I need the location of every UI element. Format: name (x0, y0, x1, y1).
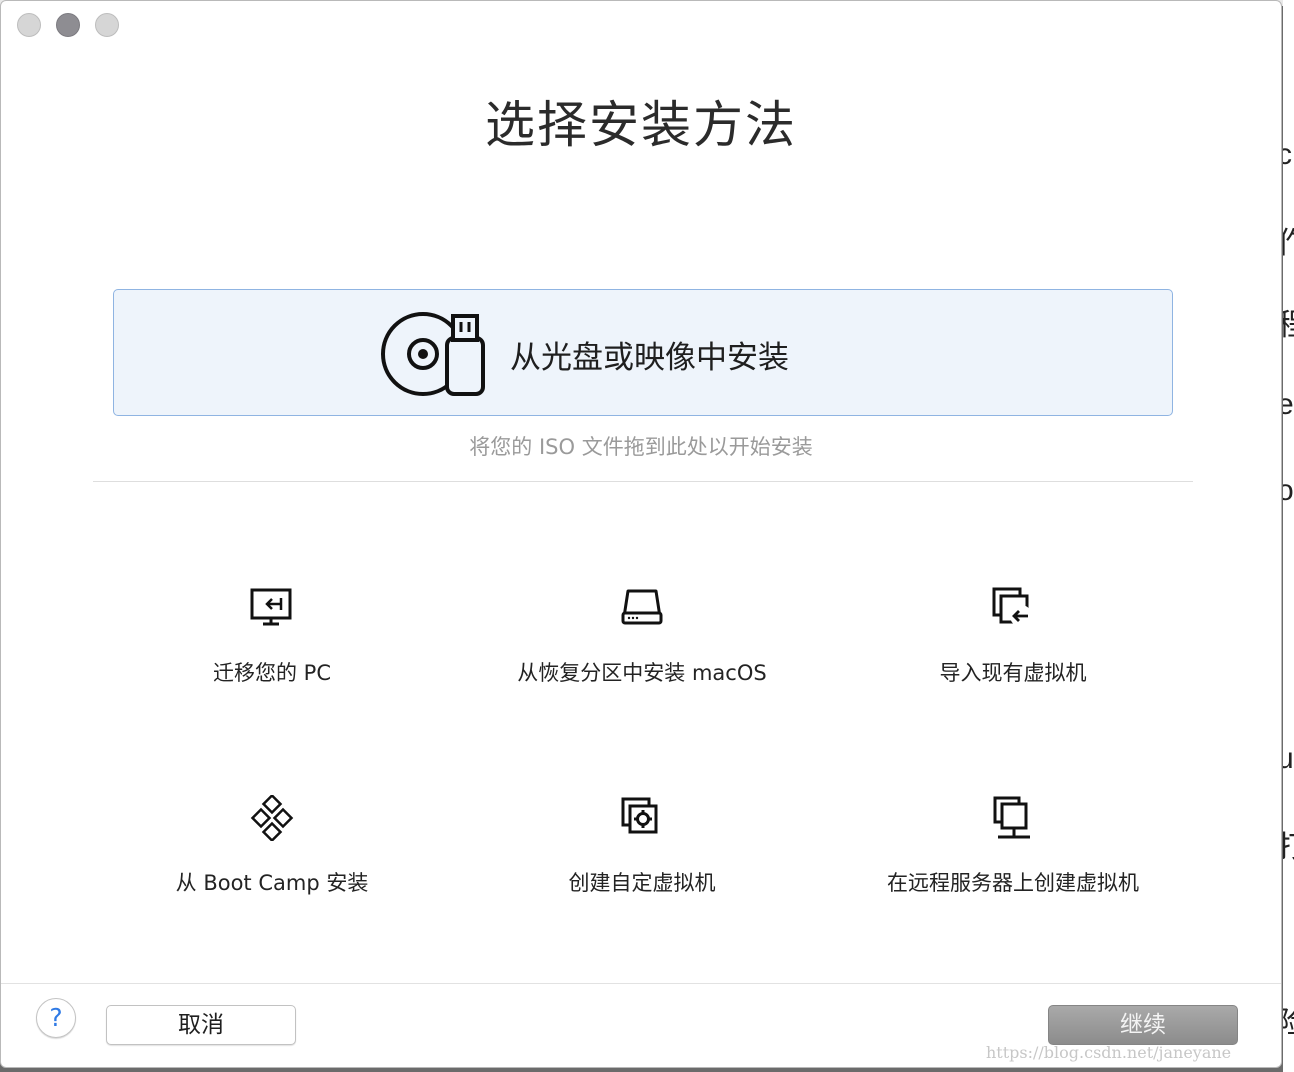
background-text: 险 (1283, 998, 1294, 1042)
option-custom-vm[interactable]: 创建自定虚拟机 (442, 795, 842, 897)
import-vm-icon (992, 587, 1032, 627)
option-recovery-partition[interactable]: 从恢复分区中安装 macOS (442, 585, 842, 687)
option-remote-server-vm[interactable]: 在远程服务器上创建虚拟机 (813, 795, 1213, 897)
option-label: 迁移您的 PC (212, 661, 331, 685)
install-from-disc-label: 从光盘或映像中安装 (510, 340, 789, 376)
continue-button[interactable]: 继续 (1048, 1005, 1238, 1045)
close-window-button[interactable] (17, 13, 41, 37)
background-app: c 作 程 e o u 打 险 (1283, 0, 1294, 1072)
cancel-button[interactable]: 取消 (106, 1005, 296, 1045)
option-bootcamp[interactable]: 从 Boot Camp 安装 (72, 795, 472, 897)
option-migrate-pc[interactable]: 迁移您的 PC (72, 585, 472, 687)
page-title: 选择安装方法 (485, 96, 797, 154)
background-text: u (1283, 742, 1294, 775)
help-button[interactable]: ? (36, 998, 76, 1038)
background-text: e (1283, 388, 1294, 421)
window-controls (17, 13, 119, 37)
option-label: 创建自定虚拟机 (568, 871, 716, 895)
option-label: 导入现有虚拟机 (939, 661, 1087, 685)
background-text: c (1283, 138, 1292, 171)
installation-assistant-window: 选择安装方法 从光盘或映像中安装 将您的 ISO 文件拖到此处以开始安装 迁移您… (0, 0, 1282, 1068)
migrate-pc-icon (250, 588, 292, 626)
background-text: 打 (1283, 822, 1294, 866)
zoom-window-button[interactable] (95, 13, 119, 37)
remote-server-icon (993, 796, 1030, 839)
background-text: 作 (1283, 218, 1294, 262)
drop-iso-hint: 将您的 ISO 文件拖到此处以开始安装 (469, 435, 813, 459)
install-from-disc-or-image-button[interactable]: 从光盘或映像中安装 (113, 289, 1173, 416)
background-text: o (1283, 474, 1294, 507)
background-text: 程 (1283, 300, 1294, 344)
section-divider (93, 481, 1193, 482)
drive-icon (621, 589, 663, 625)
option-import-vm[interactable]: 导入现有虚拟机 (813, 585, 1213, 687)
option-label: 从 Boot Camp 安装 (175, 871, 369, 895)
option-label: 在远程服务器上创建虚拟机 (887, 871, 1139, 895)
watermark-text: https://blog.csdn.net/janeyane (986, 1043, 1232, 1062)
bootcamp-icon (250, 795, 294, 841)
footer-divider (1, 983, 1281, 984)
option-label: 从恢复分区中安装 macOS (517, 661, 767, 685)
disc-usb-icon (381, 312, 485, 396)
minimize-window-button[interactable] (56, 13, 80, 37)
custom-vm-icon (621, 797, 658, 834)
